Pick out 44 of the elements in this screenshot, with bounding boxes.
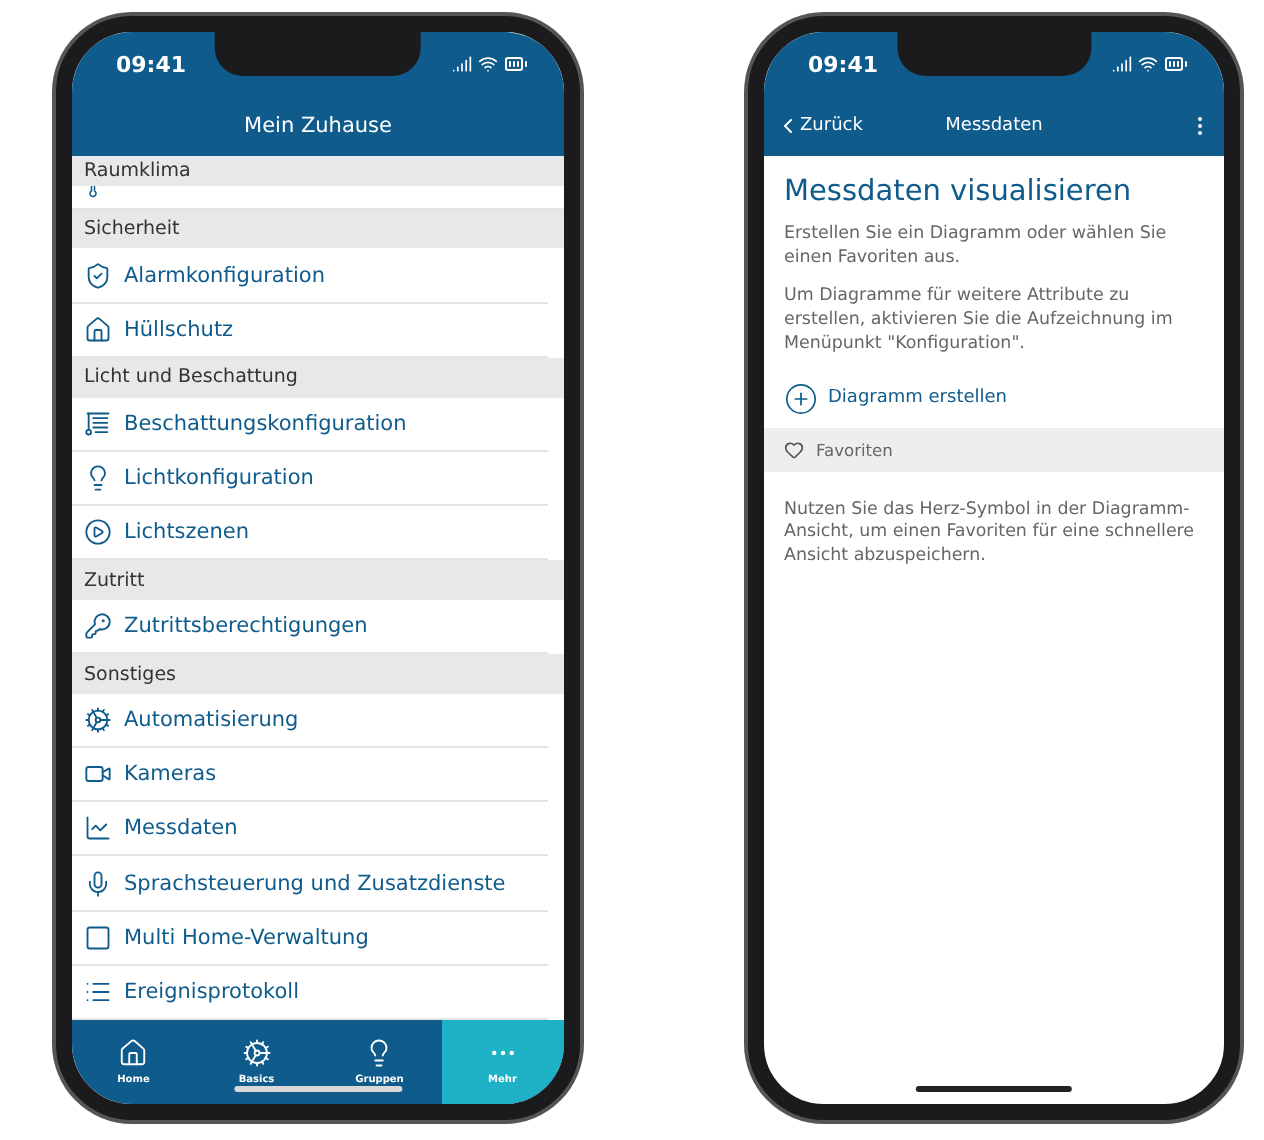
battery-icon	[1164, 52, 1188, 76]
menu-item[interactable]: Beschattungskonfiguration	[72, 397, 548, 452]
section-header: Sicherheit	[72, 209, 564, 249]
item-icon	[84, 315, 112, 344]
menu-item[interactable]: Kameras	[72, 748, 548, 803]
item-icon	[84, 814, 112, 843]
menu-item[interactable]: Alarmkonfiguration	[72, 248, 548, 304]
signal-icon	[452, 54, 472, 74]
menu-item[interactable]: Sprachsteuerung und Zusatzdienste	[72, 856, 548, 912]
screen-title: Messdaten	[945, 116, 1043, 136]
description-text: Um Diagramme für weitere Attribute zu erstellen, aktivieren Sie die Aufzeichnung im Menüpunkt "Konfiguration".	[784, 286, 1175, 358]
favorites-label: Favoriten	[816, 439, 893, 460]
menu-item[interactable]: Multi Home-Verwaltung	[72, 911, 548, 966]
wifi-icon	[478, 54, 498, 74]
section-header: Sonstiges	[72, 654, 564, 694]
favorites-hint: Nutzen Sie das Herz-Symbol in der Diagramm-Ansicht, um einen Favoriten für eine schnellere Ansicht abzuspeichern.	[782, 497, 1197, 571]
item-icon	[84, 409, 112, 438]
section-header: Zutritt	[72, 560, 564, 600]
item-icon	[84, 612, 112, 641]
battery-icon	[504, 52, 528, 76]
item-icon	[84, 923, 112, 952]
tab-icon	[241, 1038, 272, 1068]
heart-icon	[784, 439, 804, 460]
menu-item[interactable]: Messdaten	[72, 802, 548, 857]
wifi-icon	[1138, 54, 1158, 74]
menu-item[interactable]: Automatisierung	[72, 693, 548, 749]
signal-icon	[1112, 54, 1132, 74]
item-icon	[84, 705, 112, 734]
status-time: 09:41	[116, 51, 187, 77]
page-heading: Messdaten visualisieren	[784, 176, 1134, 208]
section-header: Raumklima	[72, 156, 564, 186]
item-icon	[84, 463, 112, 492]
section-header: Licht und Beschattung	[72, 357, 564, 398]
create-diagram-link[interactable]: Diagramm erstellen	[784, 381, 1204, 416]
item-icon	[84, 261, 112, 290]
screen-title: Mein Zuhause	[244, 114, 392, 138]
menu-item[interactable]: Lichtkonfiguration	[72, 451, 548, 506]
status-time: 09:41	[808, 51, 879, 77]
plus-icon	[784, 381, 818, 416]
item-icon	[84, 518, 112, 547]
back-button[interactable]: Zurück	[776, 114, 863, 138]
tab-icon	[118, 1038, 149, 1068]
description-text: Erstellen Sie ein Diagramm oder wählen Sie einen Favoriten aus.	[784, 224, 1169, 271]
item-icon	[84, 869, 112, 898]
